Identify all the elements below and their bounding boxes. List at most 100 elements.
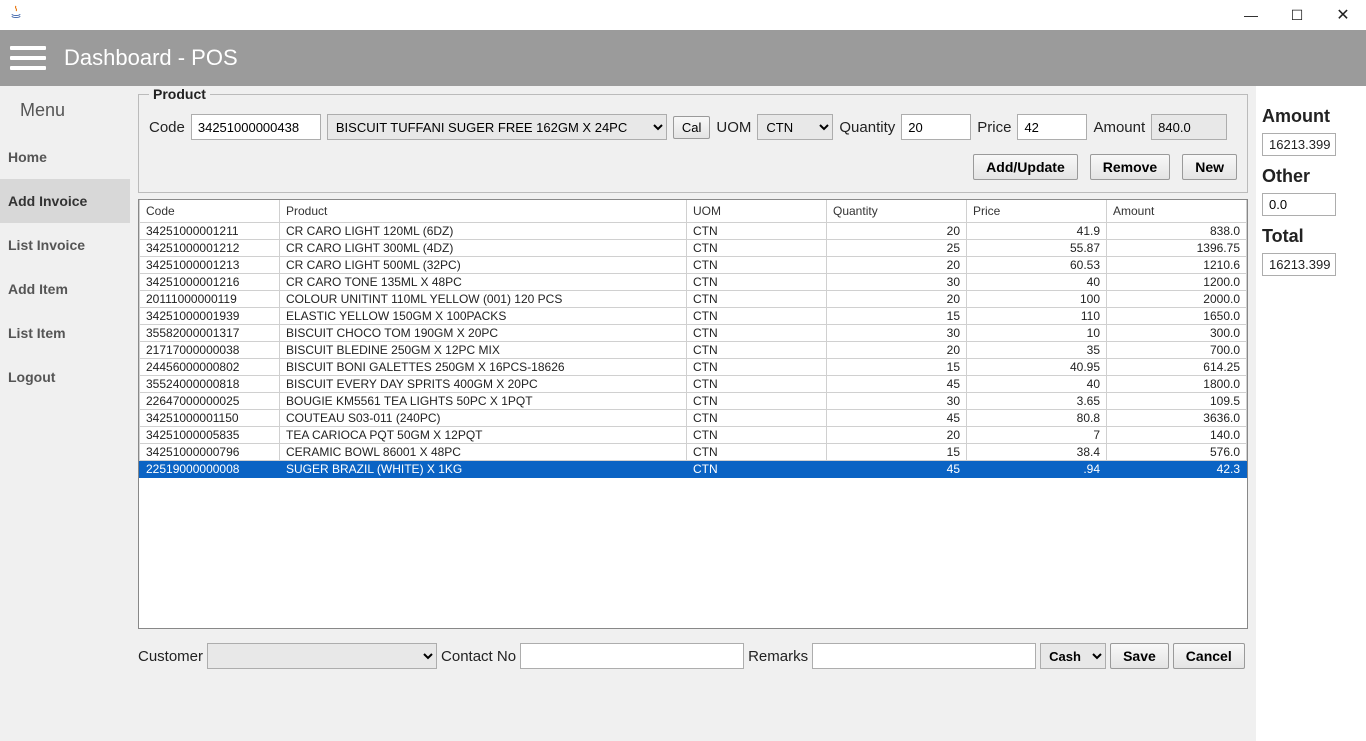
table-row[interactable]: 34251000001150COUTEAU S03-011 (240PC)CTN… <box>140 410 1247 427</box>
cell-amount: 614.25 <box>1107 359 1247 376</box>
table-row[interactable]: 20111000000119COLOUR UNITINT 110ML YELLO… <box>140 291 1247 308</box>
cell-amount: 1650.0 <box>1107 308 1247 325</box>
sidebar-item-logout[interactable]: Logout <box>0 355 130 399</box>
items-table: CodeProductUOMQuantityPriceAmount 342510… <box>139 200 1247 478</box>
table-row[interactable]: 34251000001212CR CARO LIGHT 300ML (4DZ)C… <box>140 240 1247 257</box>
table-row[interactable]: 24456000000802BISCUIT BONI GALETTES 250G… <box>140 359 1247 376</box>
uom-combo[interactable]: CTN <box>757 114 833 140</box>
cal-button[interactable]: Cal <box>673 116 711 139</box>
table-row[interactable]: 34251000001211CR CARO LIGHT 120ML (6DZ)C… <box>140 223 1247 240</box>
product-name-combo[interactable]: BISCUIT TUFFANI SUGER FREE 162GM X 24PC <box>327 114 667 140</box>
cell-amount: 1396.75 <box>1107 240 1247 257</box>
cell-amount: 576.0 <box>1107 444 1247 461</box>
table-row[interactable]: 34251000005835TEA CARIOCA PQT 50GM X 12P… <box>140 427 1247 444</box>
cell-price: 35 <box>967 342 1107 359</box>
cell-uom: CTN <box>687 393 827 410</box>
sidebar-item-list-item[interactable]: List Item <box>0 311 130 355</box>
title-bar: — ☐ ✕ <box>0 0 1366 30</box>
table-row[interactable]: 34251000001216CR CARO TONE 135ML X 48PCC… <box>140 274 1247 291</box>
cell-qty: 15 <box>827 308 967 325</box>
sidebar-item-add-item[interactable]: Add Item <box>0 267 130 311</box>
amount-label: Amount <box>1093 119 1145 136</box>
product-legend: Product <box>149 86 210 102</box>
cell-amount: 42.3 <box>1107 461 1247 478</box>
cell-amount: 2000.0 <box>1107 291 1247 308</box>
price-input[interactable] <box>1017 114 1087 140</box>
table-row[interactable]: 34251000001213CR CARO LIGHT 500ML (32PC)… <box>140 257 1247 274</box>
new-button[interactable]: New <box>1182 154 1237 180</box>
content-area: Product Code BISCUIT TUFFANI SUGER FREE … <box>130 86 1256 741</box>
window-controls: — ☐ ✕ <box>1228 0 1366 30</box>
cell-price: 38.4 <box>967 444 1107 461</box>
contact-input[interactable] <box>520 643 744 669</box>
summary-other-label: Other <box>1262 166 1352 187</box>
cell-amount: 1210.6 <box>1107 257 1247 274</box>
quantity-label: Quantity <box>839 119 895 136</box>
cell-amount: 3636.0 <box>1107 410 1247 427</box>
cell-uom: CTN <box>687 240 827 257</box>
cell-product: CR CARO LIGHT 120ML (6DZ) <box>280 223 687 240</box>
sidebar-item-list-invoice[interactable]: List Invoice <box>0 223 130 267</box>
save-button[interactable]: Save <box>1110 643 1169 669</box>
sidebar-item-add-invoice[interactable]: Add Invoice <box>0 179 130 223</box>
cancel-button[interactable]: Cancel <box>1173 643 1245 669</box>
cell-price: 60.53 <box>967 257 1107 274</box>
table-row[interactable]: 22647000000025BOUGIE KM5561 TEA LIGHTS 5… <box>140 393 1247 410</box>
cell-qty: 45 <box>827 376 967 393</box>
add-update-button[interactable]: Add/Update <box>973 154 1078 180</box>
remove-button[interactable]: Remove <box>1090 154 1170 180</box>
cell-code: 22647000000025 <box>140 393 280 410</box>
table-row[interactable]: 22519000000008SUGER BRAZIL (WHITE) X 1KG… <box>140 461 1247 478</box>
cell-uom: CTN <box>687 274 827 291</box>
cell-amount: 1800.0 <box>1107 376 1247 393</box>
col-product[interactable]: Product <box>280 200 687 223</box>
cell-amount: 700.0 <box>1107 342 1247 359</box>
cell-qty: 15 <box>827 359 967 376</box>
col-code[interactable]: Code <box>140 200 280 223</box>
cell-amount: 1200.0 <box>1107 274 1247 291</box>
table-row[interactable]: 34251000000796CERAMIC BOWL 86001 X 48PCC… <box>140 444 1247 461</box>
col-amount[interactable]: Amount <box>1107 200 1247 223</box>
cell-qty: 30 <box>827 393 967 410</box>
table-row[interactable]: 34251000001939ELASTIC YELLOW 150GM X 100… <box>140 308 1247 325</box>
summary-total-label: Total <box>1262 226 1352 247</box>
cell-qty: 45 <box>827 410 967 427</box>
payment-combo[interactable]: Cash <box>1040 643 1106 669</box>
maximize-button[interactable]: ☐ <box>1274 0 1320 30</box>
sidebar-item-home[interactable]: Home <box>0 135 130 179</box>
items-table-wrap[interactable]: CodeProductUOMQuantityPriceAmount 342510… <box>138 199 1248 629</box>
hamburger-icon[interactable] <box>10 44 46 72</box>
cell-price: 40.95 <box>967 359 1107 376</box>
table-row[interactable]: 35524000000818BISCUIT EVERY DAY SPRITS 4… <box>140 376 1247 393</box>
cell-price: 40 <box>967 376 1107 393</box>
cell-qty: 20 <box>827 427 967 444</box>
customer-combo[interactable] <box>207 643 437 669</box>
minimize-button[interactable]: — <box>1228 0 1274 30</box>
cell-uom: CTN <box>687 461 827 478</box>
product-fieldset: Product Code BISCUIT TUFFANI SUGER FREE … <box>138 86 1248 193</box>
col-quantity[interactable]: Quantity <box>827 200 967 223</box>
cell-uom: CTN <box>687 427 827 444</box>
remarks-input[interactable] <box>812 643 1036 669</box>
cell-code: 34251000005835 <box>140 427 280 444</box>
cell-qty: 20 <box>827 342 967 359</box>
table-row[interactable]: 21717000000038BISCUIT BLEDINE 250GM X 12… <box>140 342 1247 359</box>
table-row[interactable]: 35582000001317BISCUIT CHOCO TOM 190GM X … <box>140 325 1247 342</box>
remarks-label: Remarks <box>748 648 808 665</box>
code-input[interactable] <box>191 114 321 140</box>
col-price[interactable]: Price <box>967 200 1107 223</box>
cell-code: 34251000001150 <box>140 410 280 427</box>
cell-qty: 30 <box>827 274 967 291</box>
uom-label: UOM <box>716 119 751 136</box>
quantity-input[interactable] <box>901 114 971 140</box>
cell-qty: 20 <box>827 223 967 240</box>
summary-other-input[interactable] <box>1262 193 1336 216</box>
cell-uom: CTN <box>687 223 827 240</box>
cell-price: 7 <box>967 427 1107 444</box>
java-icon <box>8 4 24 20</box>
close-button[interactable]: ✕ <box>1320 0 1366 30</box>
cell-product: CERAMIC BOWL 86001 X 48PC <box>280 444 687 461</box>
col-uom[interactable]: UOM <box>687 200 827 223</box>
cell-uom: CTN <box>687 325 827 342</box>
cell-product: CR CARO TONE 135ML X 48PC <box>280 274 687 291</box>
